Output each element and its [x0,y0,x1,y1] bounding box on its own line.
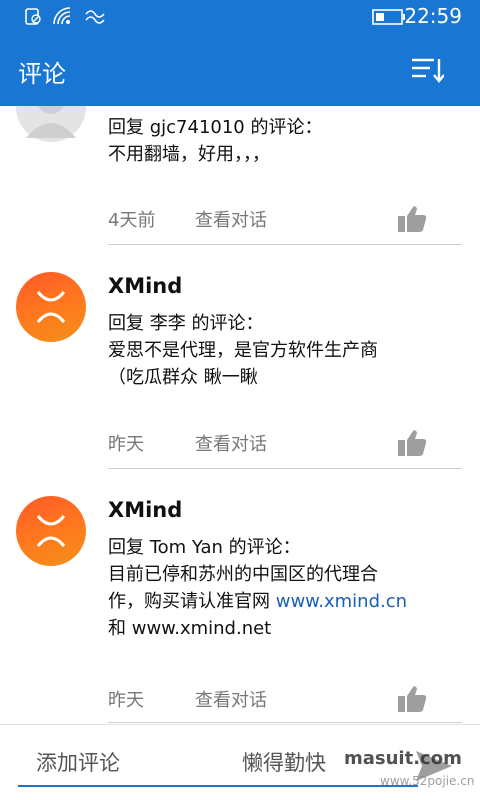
avatar[interactable] [16,272,86,342]
clock: 22:59 [404,4,462,28]
comment-list[interactable]: 回复 gjc741010 的评论： 不用翻墙，好用，，， 4天前 查看对话 XM… [0,106,480,724]
data-sync-icon [85,10,105,24]
xmind-link[interactable]: www.xmind.cn [276,591,407,612]
app-bar: 评论 [0,32,480,106]
sort-icon[interactable] [410,56,444,84]
user-icon [26,106,76,138]
comment-text: 作，购买请认准官网 www.xmind.cn [108,588,460,615]
avatar[interactable] [16,496,86,566]
comment-body: 回复 Tom Yan 的评论： 目前已停和苏州的中国区的代理合 作，购买请认准官… [108,534,460,642]
divider [108,722,462,723]
comment-text: 和 www.xmind.net [108,618,272,639]
like-icon[interactable] [396,684,428,714]
xmind-logo-icon [36,291,66,323]
no-sim-icon [25,8,41,25]
like-icon[interactable] [396,204,428,234]
comment-time: 昨天 [108,434,144,455]
comment-text: 爱思不是代理，是官方软件生产商 [108,340,378,361]
view-conversation-link[interactable]: 查看对话 [195,686,267,712]
divider [108,244,462,245]
view-conversation-link[interactable]: 查看对话 [195,206,267,232]
battery-icon [372,9,405,25]
comment-body: 回复 李李 的评论： 爱思不是代理，是官方软件生产商 （吃瓜群众 瞅一瞅 [108,310,460,391]
divider [108,468,462,469]
xmind-logo-icon [36,515,66,547]
like-icon[interactable] [396,428,428,458]
comment-time: 4天前 [108,210,156,231]
comment-input-placeholder: 添加评论 [36,751,120,775]
comment-text: 目前已停和苏州的中国区的代理合 [108,564,378,585]
reply-to-text: 回复 gjc741010 的评论： [108,117,323,138]
comment-text: （吃瓜群众 瞅一瞅 [108,367,258,388]
avatar[interactable] [16,106,86,142]
watermark: masuit.com [344,748,462,769]
comment-text: 不用翻墙，好用，，， [108,144,270,165]
reply-to-text: 回复 Tom Yan 的评论： [108,537,301,558]
view-conversation-link[interactable]: 查看对话 [195,430,267,456]
comment-author[interactable]: XMind [108,498,182,522]
comment-author[interactable]: XMind [108,274,182,298]
comment-input-hint: 懒得勤快 [242,751,326,775]
reply-to-text: 回复 李李 的评论： [108,313,264,334]
comment-time: 昨天 [108,690,144,711]
watermark-sub: www.52pojie.cn [380,774,475,788]
page-title: 评论 [18,60,66,88]
status-bar: 22:59 [0,0,480,32]
comment-body: 回复 gjc741010 的评论： 不用翻墙，好用，，， [108,114,460,168]
wifi-icon [53,7,71,25]
comment-text-part: 作，购买请认准官网 [108,591,276,612]
